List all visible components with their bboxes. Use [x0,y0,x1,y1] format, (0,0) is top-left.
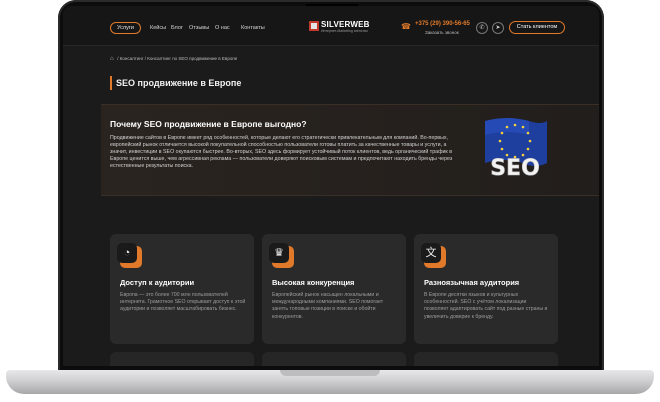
phone-icon: ☎ [401,22,411,31]
nav-link-reviews[interactable]: Отзывы [189,25,209,31]
seo-art-text: SEO [490,156,540,181]
eu-flag-seo-illustration: SEO [485,118,547,181]
card-icon-frame: 文 [421,243,446,268]
telegram-button[interactable]: ➤ [492,22,504,34]
callback-link[interactable]: Заказать звонок [425,30,459,35]
card-text: Европа — это более 700 млн пользователей… [120,292,246,313]
card-title: Доступ к аудитории [120,278,195,287]
phone-icon: ✆ [479,25,485,31]
page-title: SEO продвижение в Европе [110,76,241,90]
card-title: Высокая конкуренция [272,278,355,287]
breadcrumb-item-consulting[interactable]: Консалтинг [120,56,144,61]
browser-screen: Услуги Кейсы Блог Отзывы О нас Контакты … [63,6,599,366]
nav-link-about[interactable]: О нас [215,25,230,31]
nav-link-contacts[interactable]: Контакты [241,25,265,31]
intro-section: Почему SEO продвижение в Европе выгодно?… [101,104,599,196]
nav-about-label: О нас [215,25,230,31]
card-partial [414,352,558,366]
nav-link-cases[interactable]: Кейсы [150,25,166,31]
card-icon-frame: ◔ [117,243,142,268]
card-text: В Европе десятки языков и культурных осо… [424,292,548,320]
home-icon[interactable]: ⌂ [110,56,116,62]
benefit-card-multilingual: 文 Разноязычная аудитория В Европе десятк… [414,234,558,344]
card-icon-frame: ♛ [269,243,294,268]
laptop-base-groove [280,370,380,376]
nav-services-label: Услуги [117,25,134,31]
translate-icon: 文 [421,243,441,263]
breadcrumb: ⌂ / Консалтинг / Консалтинг по SEO продв… [110,56,237,64]
telegram-icon: ➤ [495,25,501,31]
card-title: Разноязычная аудитория [424,278,520,287]
card-text: Европейский рынок насыщен локальными и м… [272,292,384,320]
benefit-card-audience: ◔ Доступ к аудитории Европа — это более … [110,234,254,344]
globe-icon: ◔ [117,243,137,263]
card-partial [110,352,254,366]
site-header: Услуги Кейсы Блог Отзывы О нас Контакты … [63,6,599,46]
breadcrumb-item-current: Консалтинг по SEO продвижение в Европе [147,56,238,62]
phone-number[interactable]: +375 (29) 390-56-65 [415,21,470,27]
logo-title: SILVERWEB [321,20,370,29]
nav-link-blog[interactable]: Блог [171,25,183,31]
card-partial [262,352,406,366]
logo-mark-icon [309,21,319,31]
nav-services-dropdown[interactable]: Услуги [110,22,141,34]
logo-subtitle: Интернет-Marketing агенство [321,29,368,33]
become-client-button[interactable]: Стать клиентом [509,21,565,34]
benefit-card-competition: ♛ Высокая конкуренция Европейский рынок … [262,234,406,344]
trophy-icon: ♛ [269,243,289,263]
intro-title: Почему SEO продвижение в Европе выгодно? [110,119,307,129]
phone-round-button[interactable]: ✆ [476,22,488,34]
intro-text: Продвижение сайтов в Европе имеет ряд ос… [110,135,453,169]
